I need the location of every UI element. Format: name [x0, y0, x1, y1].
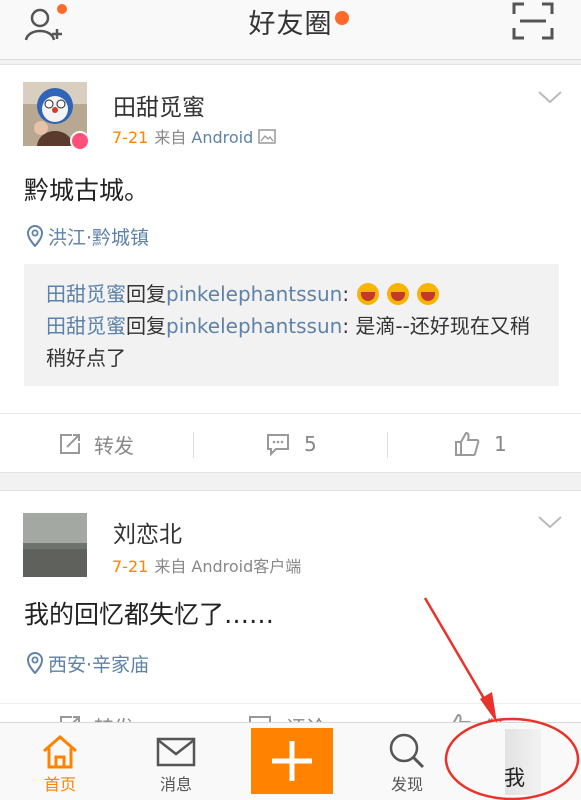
like-button[interactable]: 1 — [454, 414, 507, 474]
image-icon — [258, 129, 277, 144]
compose-button[interactable] — [251, 728, 333, 794]
feed-card: 刘恋北 7-21 来自 Android客户端 我的回忆都失忆了…… 西安·辛家庙 … — [0, 490, 581, 740]
location-text: 西安·辛家庙 — [48, 654, 150, 676]
repost-icon — [60, 434, 80, 454]
home-icon — [43, 735, 77, 769]
post-source[interactable]: Android — [191, 128, 253, 147]
post-text: 黔城古城。 — [24, 176, 150, 205]
post-location[interactable]: 西安·辛家庙 — [26, 650, 149, 677]
notification-dot — [335, 11, 349, 25]
top-bar: 好友圈 — [0, 0, 581, 60]
post-text: 我的回忆都失忆了…… — [24, 600, 275, 629]
comment-list: 田甜觅蜜回复pinkelephantssun: 田甜觅蜜回复pinkelepha… — [24, 264, 559, 386]
comment-text: : — [342, 282, 350, 306]
action-bar: 转发 5 1 — [0, 413, 581, 473]
post-meta: 7-21 来自 Android客户端 — [112, 553, 301, 577]
chevron-down-icon[interactable] — [537, 88, 563, 106]
feed-card: 田甜觅蜜 7-21 来自 Android 黔城古城。 洪江·黔城镇 田甜觅蜜回复p… — [0, 64, 581, 473]
repost-label: 转发 — [94, 433, 134, 458]
thumbs-up-icon — [455, 431, 480, 456]
location-text: 洪江·黔城镇 — [48, 227, 150, 249]
post-author[interactable]: 田甜觅蜜 — [113, 88, 205, 122]
comment-target[interactable]: pinkelephantssun — [166, 314, 342, 338]
plus-icon — [272, 741, 312, 781]
repost-button[interactable]: 转发 — [58, 414, 134, 474]
divider — [387, 432, 388, 458]
post-source-prefix: 来自 — [154, 557, 187, 576]
page-title: 好友圈 — [248, 9, 333, 40]
location-pin-icon — [26, 225, 44, 248]
post-date: 7-21 — [112, 128, 149, 147]
tab-messages[interactable]: 消息 — [136, 723, 216, 800]
comment-author[interactable]: 田甜觅蜜 — [46, 314, 126, 338]
tab-home[interactable]: 首页 — [20, 723, 100, 800]
post-meta: 7-21 来自 Android — [112, 124, 277, 148]
comment-item[interactable]: 田甜觅蜜回复pinkelephantssun: 是滴--还好现在又稍稍好点了 — [46, 310, 537, 374]
member-badge-icon — [70, 131, 90, 151]
post-location[interactable]: 洪江·黔城镇 — [26, 223, 149, 250]
tab-home-label: 首页 — [43, 775, 76, 794]
post-date: 7-21 — [112, 557, 149, 576]
comment-target[interactable]: pinkelephantssun — [166, 282, 342, 306]
like-count: 1 — [494, 432, 507, 456]
comment-icon — [267, 434, 289, 456]
laugh-emoji-icon — [387, 283, 410, 305]
post-source[interactable]: Android客户端 — [191, 557, 301, 576]
location-pin-icon — [26, 652, 44, 675]
laugh-emoji-icon — [357, 283, 380, 305]
post-author[interactable]: 刘恋北 — [113, 515, 182, 549]
comment-button[interactable]: 5 — [266, 414, 317, 474]
chevron-down-icon[interactable] — [537, 513, 563, 531]
post-source-prefix: 来自 — [154, 128, 187, 147]
comment-verb: 回复 — [126, 314, 166, 338]
comment-count: 5 — [304, 432, 317, 456]
divider — [193, 432, 194, 458]
tab-discover-label: 发现 — [390, 775, 423, 794]
tab-me-label[interactable]: 我 — [504, 762, 525, 792]
laugh-emoji-icon — [417, 283, 440, 305]
comment-item[interactable]: 田甜觅蜜回复pinkelephantssun: — [46, 278, 537, 310]
tab-messages-label: 消息 — [159, 775, 192, 794]
avatar[interactable] — [23, 513, 87, 577]
envelope-icon — [156, 737, 196, 767]
comment-author[interactable]: 田甜觅蜜 — [46, 282, 126, 306]
scan-icon[interactable] — [512, 2, 554, 40]
search-icon — [389, 733, 425, 769]
tab-discover[interactable]: 发现 — [367, 723, 447, 800]
comment-verb: 回复 — [126, 282, 166, 306]
